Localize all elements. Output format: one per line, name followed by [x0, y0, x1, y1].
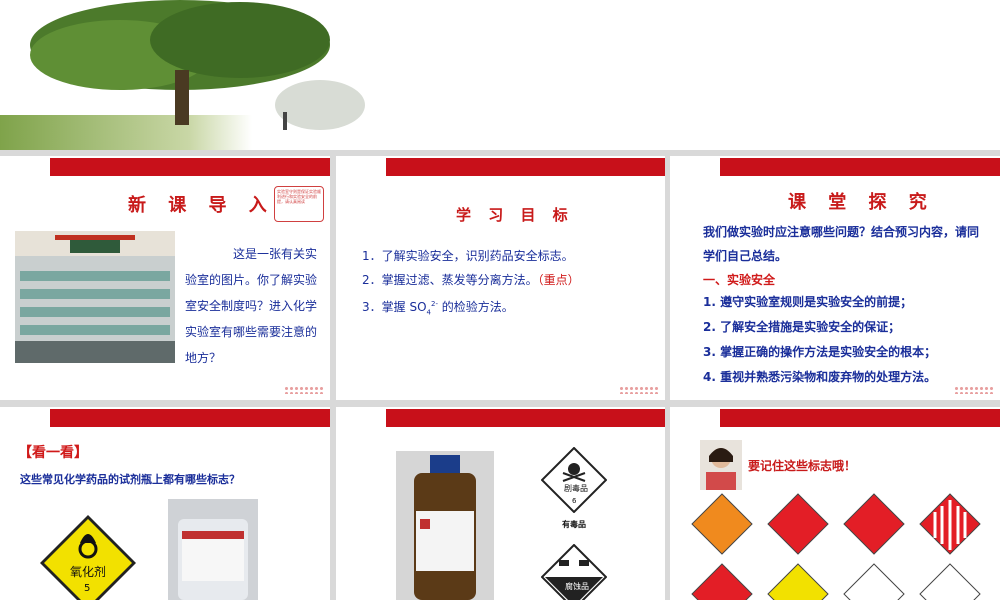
decor-dots [954, 386, 994, 394]
list-item: 4. 重视并熟悉污染物和废弃物的处理方法。 [703, 370, 937, 384]
list-item: 3. 掌握正确的操作方法是实验安全的根本； [703, 345, 937, 359]
radioactive-sign [919, 563, 981, 600]
slide-class-inquiry[interactable]: 课 堂 探 究 我们做实验时应注意哪些问题？结合预习内容，请同学们自己总结。 一… [670, 156, 1000, 400]
note-box: 实验室守则是保证实验顺利进行和实验安全的前提，请认真阅读 [274, 186, 324, 222]
flammable-solid-sign [919, 493, 981, 555]
toxic-white-sign [843, 563, 905, 600]
goal-item: 2．掌握过滤、蒸发等分离方法。（重点） [362, 273, 580, 287]
slide-title: 课 堂 探 究 [788, 192, 935, 213]
sign-label: 氧化剂 [70, 565, 107, 579]
slide-new-lesson[interactable]: 新 课 导 入 实验室守则是保证实验顺利进行和实验安全的前提，请认真阅读 这是一… [0, 156, 330, 400]
look-question: 这些常见化学药品的试剂瓶上都有哪些标志？ [20, 473, 240, 486]
tree-landscape-image [0, 0, 1000, 150]
slide-header-bar [670, 156, 1000, 178]
reagent-bottle-photo [396, 451, 494, 600]
safety-list: 1. 遵守实验室规则是实验安全的前提； 2. 了解安全措施是实验安全的保证； 3… [703, 290, 993, 390]
list-item: 1. 遵守实验室规则是实验安全的前提； [703, 295, 913, 309]
slide-remember-signs[interactable]: 要记住这些标志哦！ [670, 407, 1000, 600]
explosive-orange-sign [691, 493, 753, 555]
reagent-bottle-photo [168, 499, 258, 600]
student-photo [700, 440, 742, 490]
goal-item: 1．了解实验安全，识别药品安全标志。 [362, 249, 574, 263]
hero-banner [0, 0, 1000, 150]
flammable-gas-sign [767, 493, 829, 555]
slide-header-bar [0, 407, 330, 429]
goal-item: 3．掌握 SO42- 的检验方法。 [362, 300, 514, 317]
intro-text: 我们做实验时应注意哪些问题？结合预习内容，请同学们自己总结。 [703, 225, 980, 263]
slide-learning-goals[interactable]: 学 习 目 标 1．了解实验安全，识别药品安全标志。 2．掌握过滤、蒸发等分离方… [336, 156, 665, 400]
remember-caption: 要记住这些标志哦！ [748, 459, 857, 473]
spontaneous-combustion-sign [691, 563, 753, 600]
toxic-caption: 有毒品 [562, 520, 586, 529]
flammable-liquid-sign [843, 493, 905, 555]
goals-list: 1．了解实验安全，识别药品安全标志。 2．掌握过滤、蒸发等分离方法。（重点） 3… [362, 244, 657, 324]
slide-body-text: 这是一张有关实验室的图片。你了解实验室安全制度吗？进入化学实验室有哪些需要注意的… [185, 247, 318, 365]
decor-dots [619, 386, 659, 394]
slide-header-bar [0, 156, 330, 178]
slide-header-bar [670, 407, 1000, 429]
slide-title: 新 课 导 入 [128, 195, 275, 216]
toxic-number: 6 [572, 497, 577, 505]
look-heading: 【看一看】 [18, 445, 88, 461]
key-point-tag: （重点） [537, 273, 580, 287]
slide-header-bar [336, 156, 665, 178]
slide-look[interactable]: 【看一看】 这些常见化学药品的试剂瓶上都有哪些标志？ 氧化剂 5 [0, 407, 330, 600]
slide-title: 学 习 目 标 [456, 206, 574, 224]
hazard-signs-grid [691, 493, 981, 600]
decor-dots [284, 386, 324, 394]
toxic-label: 剧毒品 [564, 484, 588, 493]
slide-header-bar [336, 407, 665, 429]
slide-bottle-signs[interactable]: 剧毒品 6 有毒品 腐蚀品 [336, 407, 665, 600]
oxidizer-yellow-sign [767, 563, 829, 600]
sign-number: 5 [84, 583, 91, 594]
classroom-photo [15, 231, 175, 363]
corrosive-label: 腐蚀品 [565, 582, 589, 591]
list-item: 2. 了解安全措施是实验安全的保证； [703, 320, 901, 334]
